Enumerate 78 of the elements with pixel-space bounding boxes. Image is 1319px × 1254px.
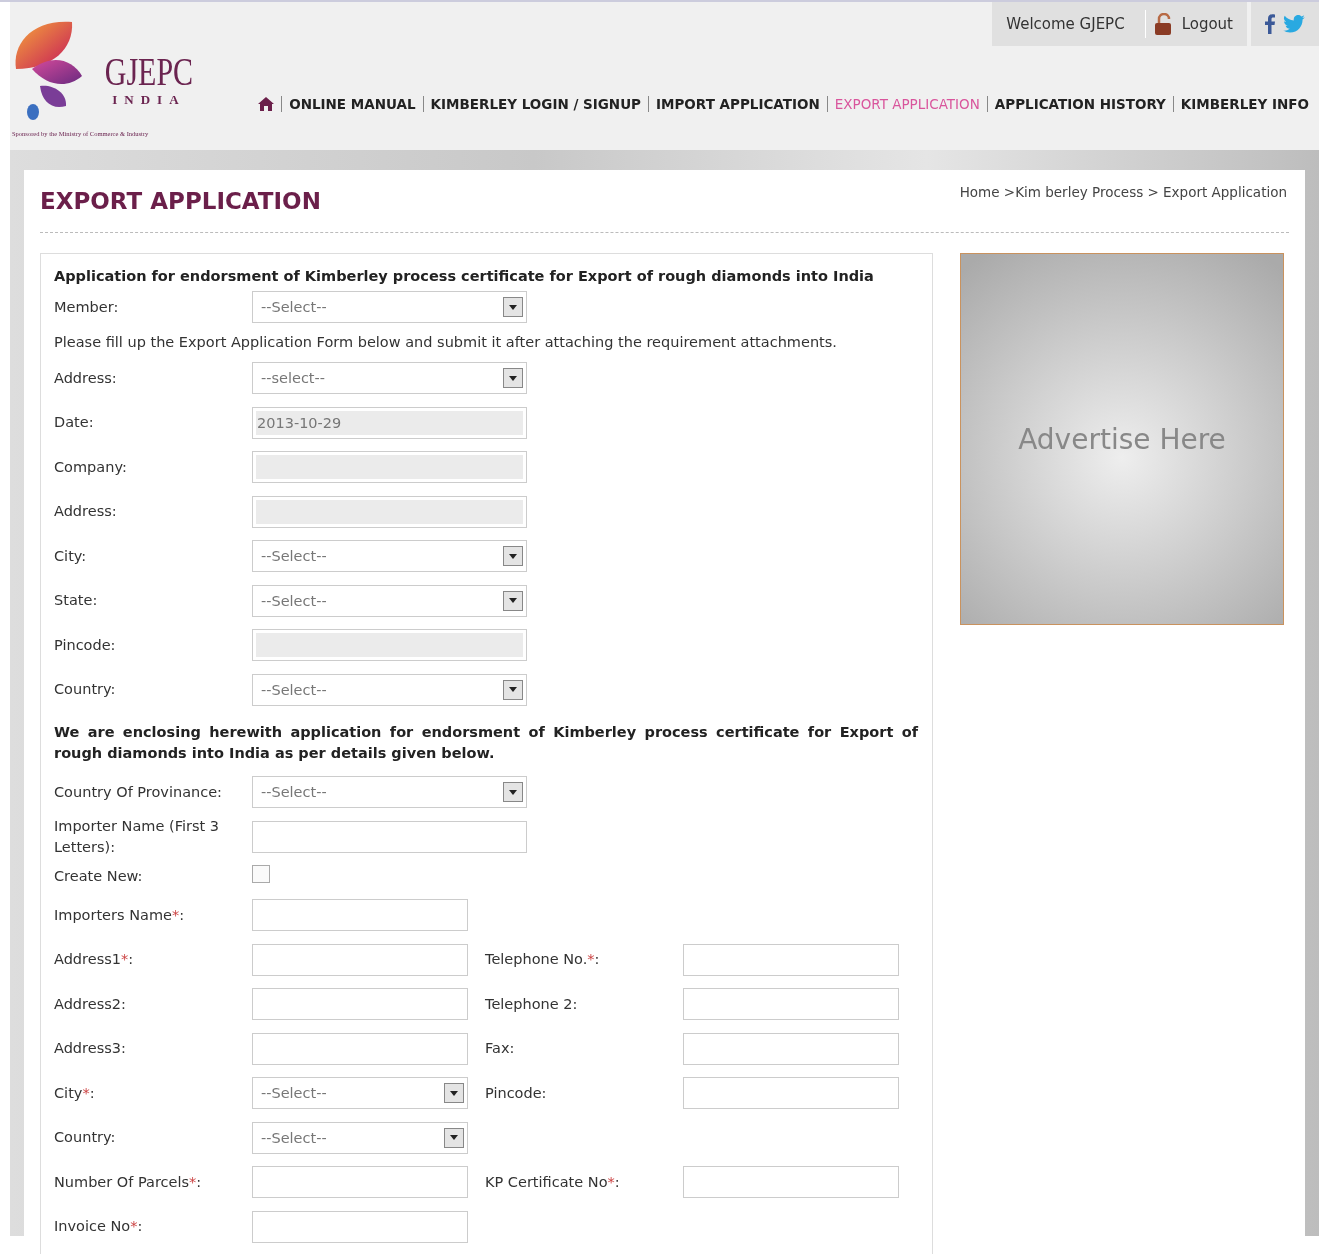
form-heading: Application for endorsment of Kimberley process certificate for Export of rough diamonds into India: [54, 268, 875, 284]
enclosing-note: We are enclosing herewith application for endorsment of Kimberley process certificate for Export of rough diamonds into India as per details given below.: [54, 723, 918, 763]
caret-icon: [503, 368, 523, 389]
field-label: Telephone 2:: [485, 994, 579, 1014]
padlock-icon: [1153, 13, 1174, 35]
input-field[interactable]: [683, 943, 899, 976]
caret-icon: [503, 546, 523, 567]
field-label: Create New:: [54, 866, 144, 886]
field-label: Member:: [54, 297, 120, 317]
input-field[interactable]: [252, 1166, 468, 1199]
bird-icon[interactable]: [1283, 15, 1305, 33]
input-field[interactable]: [683, 988, 899, 1021]
input-field[interactable]: [252, 629, 527, 662]
field-label: Number Of Parcels*:: [54, 1172, 203, 1192]
dropdown[interactable]: --Select--: [252, 776, 527, 809]
input-field[interactable]: [252, 988, 468, 1021]
dropdown[interactable]: --Select--: [252, 291, 527, 323]
field-label: Country:: [54, 1128, 117, 1148]
logo-country: INDIA: [112, 92, 186, 108]
field-label: Importers Name*:: [54, 905, 186, 925]
field-label: Company:: [54, 457, 128, 477]
field-label: Pincode:: [485, 1083, 548, 1103]
input-field[interactable]: [252, 1210, 468, 1243]
nav-link[interactable]: APPLICATION HISTORY: [994, 96, 1166, 112]
dropdown[interactable]: --Select--: [252, 673, 527, 706]
breadcrumb: Home >Kim berley Process > Export Application: [959, 184, 1287, 200]
caret-icon: [444, 1083, 464, 1104]
input-field[interactable]: [252, 495, 527, 528]
nav-link[interactable]: ONLINE MANUAL: [289, 96, 416, 112]
input-field[interactable]: 2013-10-29: [252, 406, 527, 439]
input-field[interactable]: [252, 820, 527, 853]
caret-icon: [503, 297, 523, 317]
dropdown[interactable]: --Select--: [252, 584, 527, 617]
field-label: Fax:: [485, 1039, 516, 1059]
dropdown[interactable]: --select--: [252, 362, 527, 395]
dropdown[interactable]: --Select--: [252, 1121, 468, 1154]
field-label: Date:: [54, 413, 95, 433]
caret-icon: [444, 1127, 464, 1148]
field-label: Invoice No*:: [54, 1217, 144, 1237]
home-icon[interactable]: [258, 97, 275, 111]
field-label: Address:: [54, 368, 118, 388]
field-label: City*:: [54, 1083, 96, 1103]
field-label: Address2:: [54, 994, 127, 1014]
field-label: Pincode:: [54, 635, 117, 655]
page-title: EXPORT APPLICATION: [40, 187, 321, 214]
input-field[interactable]: [252, 451, 527, 484]
caret-icon: [503, 679, 523, 700]
caret-icon: [503, 590, 523, 611]
logout-link[interactable]: Logout: [1153, 13, 1233, 35]
dropdown[interactable]: --Select--: [252, 540, 527, 573]
field-label: Importer Name (First 3 Letters):: [54, 816, 220, 857]
nav-link[interactable]: IMPORT APPLICATION: [656, 96, 820, 112]
ad-text: Advertise Here: [1018, 422, 1226, 456]
field-label: KP Certificate No*:: [485, 1172, 621, 1192]
nav-link[interactable]: KIMBERLEY LOGIN / SIGNUP: [430, 96, 641, 112]
field-label: State:: [54, 591, 99, 611]
input-field[interactable]: [252, 899, 468, 932]
logo-name: GJEPC: [104, 52, 194, 92]
input-field[interactable]: [683, 1166, 899, 1199]
nav-link[interactable]: EXPORT APPLICATION: [834, 96, 980, 112]
field-label: Telephone No.*:: [485, 950, 601, 970]
input-field[interactable]: [252, 1032, 468, 1065]
checkbox[interactable]: [252, 865, 270, 883]
field-label: Address1*:: [54, 950, 135, 970]
caret-icon: [503, 782, 523, 803]
field-label: Country Of Provinance:: [54, 782, 223, 802]
facebook-icon[interactable]: [1265, 14, 1275, 34]
field-label: City:: [54, 546, 88, 566]
dropdown[interactable]: --Select--: [252, 1077, 468, 1110]
welcome-text: Welcome GJEPC: [1006, 15, 1125, 33]
instruction-text: Please fill up the Export Application Form below and submit it after attaching the requirement attachments.: [54, 334, 838, 350]
input-field[interactable]: [683, 1032, 899, 1065]
input-field[interactable]: [252, 943, 468, 976]
nav-link[interactable]: KIMBERLEY INFO: [1180, 96, 1309, 112]
field-label: Country:: [54, 680, 117, 700]
field-label: Address3:: [54, 1039, 127, 1059]
field-label: Address:: [54, 502, 118, 522]
input-field[interactable]: [683, 1077, 899, 1110]
